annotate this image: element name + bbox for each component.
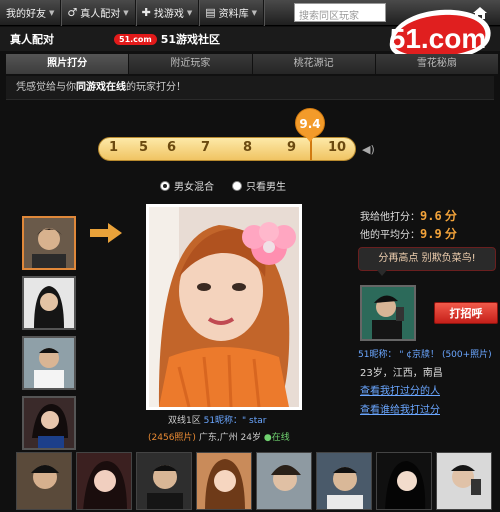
brand-logo-text: 51.com xyxy=(390,23,487,54)
search-input[interactable]: 搜索同区玩家 xyxy=(294,3,386,22)
photo-strip xyxy=(16,452,500,512)
rating-number[interactable]: 5 xyxy=(139,140,148,155)
caret-down-icon: ▼ xyxy=(186,8,193,17)
caret-down-icon: ▼ xyxy=(123,8,129,17)
queue-thumbnail[interactable] xyxy=(22,396,76,450)
strip-thumbnail[interactable] xyxy=(376,452,432,510)
arrow-right-icon xyxy=(90,223,122,243)
radio-dot xyxy=(232,180,242,191)
friend-photo-count[interactable]: (500+照片) xyxy=(442,350,492,360)
caret-down-icon: ▼ xyxy=(49,8,55,17)
tip-bubble: 分再高点 别欺负菜鸟! xyxy=(358,247,496,276)
friend-avatar[interactable] xyxy=(360,285,416,341)
book-icon: ▤ xyxy=(205,6,216,19)
radio-dot xyxy=(160,180,170,191)
nav-library[interactable]: ▤ 资料库 ▼ xyxy=(199,0,265,26)
avg-score: 他的平均分：9.9 分 xyxy=(360,225,457,242)
strip-thumbnail[interactable] xyxy=(436,452,492,510)
friend-nickname-line: 51昵称： " ¢京牍！ (500+照片) xyxy=(358,347,492,360)
rated-me-link[interactable]: 查看谁给我打过分 xyxy=(360,401,440,416)
photo-owner-line: 双线1区 51昵称：" star xyxy=(168,413,266,426)
owner-location: 广东,广州 24岁 xyxy=(198,433,261,443)
rating-number[interactable]: 10 xyxy=(328,140,346,155)
nav-my-friends[interactable]: 我的好友 ▼ xyxy=(0,0,62,26)
queue-thumbnail[interactable] xyxy=(22,216,76,270)
strip-thumbnail[interactable] xyxy=(76,452,132,510)
queue-thumbnail[interactable] xyxy=(22,336,76,390)
strip-thumbnail[interactable] xyxy=(196,452,252,510)
tab-snow-fan[interactable]: 雪花秘扇 xyxy=(375,54,498,74)
friend-nickname-label: 51昵称： xyxy=(358,350,397,360)
greet-button[interactable]: 打招呼 xyxy=(434,302,498,324)
my-score: 我给他打分：9.6 分 xyxy=(360,207,457,224)
community-link[interactable]: 51.com 51游戏社区 xyxy=(114,31,220,47)
nav-label: 资料库 xyxy=(218,9,249,20)
strip-thumbnail[interactable] xyxy=(256,452,312,510)
score-unit: 分 xyxy=(444,227,457,241)
tab-bar: 照片打分 附近玩家 桃花源记 雪花秘扇 xyxy=(6,54,498,74)
friend-location: 23岁，江西，南昌 xyxy=(360,368,443,379)
intro-suffix: 的玩家打分！ xyxy=(126,82,186,93)
nav-find-game[interactable]: ✚ 找游戏 ▼ xyxy=(136,0,200,26)
photo-owner-details: (2456照片) 广东,广州 24岁 ●在线 xyxy=(148,430,290,443)
gender-filter: 男女混合 只看男生 xyxy=(160,178,286,193)
my-score-value: 9.6 xyxy=(420,209,442,223)
online-status: 在线 xyxy=(271,433,290,443)
main-photo[interactable] xyxy=(146,204,302,410)
nav-label: 找游戏 xyxy=(153,9,184,20)
rating-slider[interactable] xyxy=(98,137,356,161)
community-name: 51游戏社区 xyxy=(160,33,221,46)
community-logo: 51.com xyxy=(114,33,157,45)
intro-prefix: 凭感觉给与你 xyxy=(16,82,76,93)
intro-bold: 同游戏在线 xyxy=(76,82,126,93)
strip-thumbnail[interactable] xyxy=(16,452,72,510)
intro-text: 凭感觉给与你同游戏在线的玩家打分！ xyxy=(6,76,494,100)
radio-mixed[interactable]: 男女混合 xyxy=(160,178,214,193)
rating-bubble-tip xyxy=(305,136,315,142)
rating-number[interactable]: 7 xyxy=(201,140,210,155)
people-icon: ♂ xyxy=(67,6,78,19)
strip-thumbnail[interactable] xyxy=(136,452,192,510)
radio-male-only[interactable]: 只看男生 xyxy=(232,178,286,193)
owner-nickname[interactable]: 51昵称：" star xyxy=(204,416,267,426)
score-unit: 分 xyxy=(444,209,457,223)
caret-down-icon: ▼ xyxy=(251,8,258,17)
my-score-label: 我给他打分： xyxy=(360,212,420,223)
server-name: 双线1区 xyxy=(168,416,204,426)
strip-thumbnail[interactable] xyxy=(316,452,372,510)
rating-number[interactable]: 8 xyxy=(243,140,252,155)
rating-number[interactable]: 6 xyxy=(167,140,176,155)
tab-photo-rating[interactable]: 照片打分 xyxy=(6,54,129,74)
photo-count-link[interactable]: (2456照片) xyxy=(148,433,196,443)
radio-label: 男女混合 xyxy=(174,182,214,193)
radio-label: 只看男生 xyxy=(246,182,286,193)
tab-nearby-players[interactable]: 附近玩家 xyxy=(129,54,252,74)
rating-number[interactable]: 1 xyxy=(109,140,118,155)
rating-current-bubble: 9.4 xyxy=(295,108,325,138)
speaker-icon[interactable]: ◀) xyxy=(362,143,375,156)
online-status-icon: ● xyxy=(263,433,272,443)
nav-real-match[interactable]: ♂ 真人配对 ▼ xyxy=(61,0,136,26)
gamepad-icon: ✚ xyxy=(141,6,151,19)
avg-score-value: 9.9 xyxy=(420,227,442,241)
rated-by-me-link[interactable]: 查看我打过分的人 xyxy=(360,382,440,397)
friend-nickname[interactable]: " ¢京牍！ xyxy=(399,350,439,360)
nav-label: 真人配对 xyxy=(80,9,121,20)
queue-thumbnail[interactable] xyxy=(22,276,76,330)
tab-peach-blossom[interactable]: 桃花源记 xyxy=(252,54,375,74)
rating-number[interactable]: 9 xyxy=(287,140,296,155)
section-title: 真人配对 xyxy=(10,33,54,46)
avg-score-label: 他的平均分： xyxy=(360,230,420,241)
nav-label: 我的好友 xyxy=(6,9,46,20)
